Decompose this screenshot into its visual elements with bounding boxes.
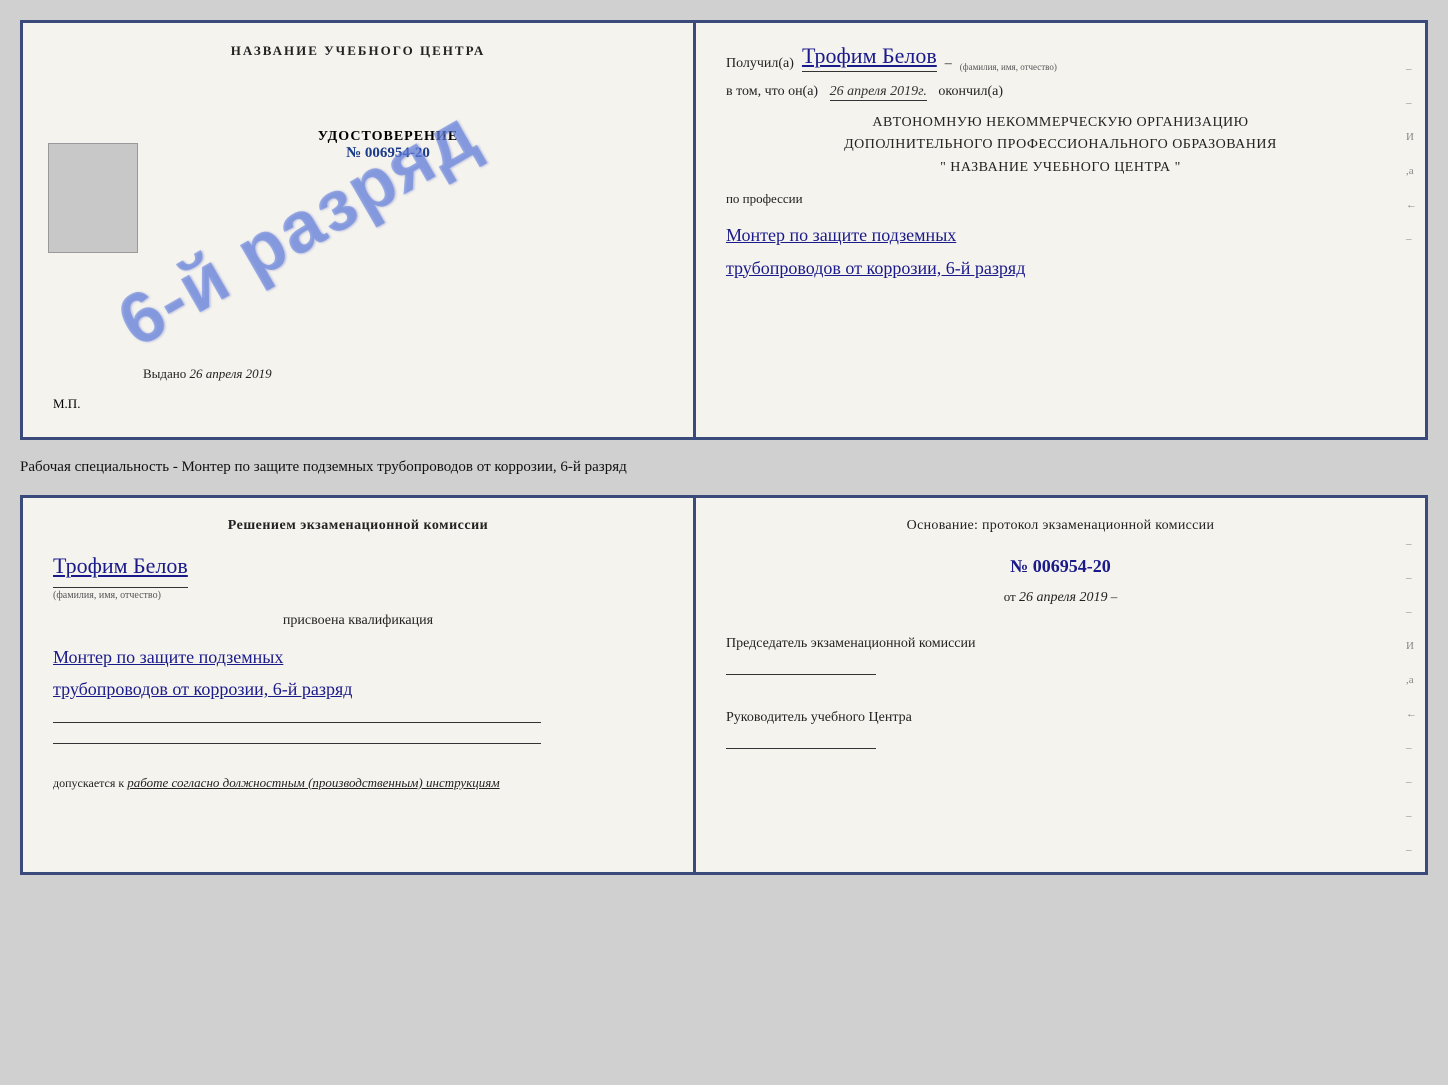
basis-text: Основание: протокол экзаменационной коми… bbox=[726, 518, 1395, 534]
certificate-top: НАЗВАНИЕ УЧЕБНОГО ЦЕНТРА УДОСТОВЕРЕНИЕ №… bbox=[20, 20, 1428, 440]
finished-label: окончил(а) bbox=[938, 84, 1003, 99]
profession-label: по профессии bbox=[726, 191, 1395, 207]
protocol-number: № 006954-20 bbox=[1010, 556, 1111, 576]
middle-text: Рабочая специальность - Монтер по защите… bbox=[20, 450, 1428, 485]
director-block: Руководитель учебного Центра bbox=[726, 707, 1395, 749]
org-line1: АВТОНОМНУЮ НЕКОММЕРЧЕСКУЮ ОРГАНИЗАЦИЮ bbox=[726, 112, 1395, 134]
issued-label: Выдано bbox=[143, 366, 186, 381]
bottom-person-name: Трофим Белов bbox=[53, 546, 188, 589]
qual-line1: Монтер по защите подземных bbox=[53, 641, 663, 673]
bottom-person-sublabel: (фамилия, имя, отчество) bbox=[53, 590, 161, 601]
from-label: от bbox=[1004, 589, 1016, 604]
date-line: в том, что он(а) 26 апреля 2019г. окончи… bbox=[726, 84, 1395, 100]
received-prefix: Получил(а) bbox=[726, 56, 794, 72]
qual-line2: трубопроводов от коррозии, 6-й разряд bbox=[53, 673, 663, 705]
director-title: Руководитель учебного Центра bbox=[726, 707, 1395, 728]
chairman-block: Председатель экзаменационной комиссии bbox=[726, 633, 1395, 675]
photo-placeholder bbox=[48, 143, 138, 253]
from-date: 26 апреля 2019 bbox=[1019, 590, 1107, 605]
org-line2: ДОПОЛНИТЕЛЬНОГО ПРОФЕССИОНАЛЬНОГО ОБРАЗО… bbox=[726, 134, 1395, 156]
recipient-name: Трофим Белов bbox=[802, 43, 937, 72]
person-block: Трофим Белов (фамилия, имя, отчество) bbox=[53, 546, 663, 602]
page-wrapper: НАЗВАНИЕ УЧЕБНОГО ЦЕНТРА УДОСТОВЕРЕНИЕ №… bbox=[20, 20, 1428, 875]
line-sep-1 bbox=[53, 722, 541, 723]
profession-handwritten: Монтер по защите подземных трубопроводов… bbox=[726, 219, 1395, 284]
decision-text: Решением экзаменационной комиссии bbox=[53, 518, 663, 534]
qualification-prefix: присвоена квалификация bbox=[53, 613, 663, 629]
org-info: АВТОНОМНУЮ НЕКОММЕРЧЕСКУЮ ОРГАНИЗАЦИЮ ДО… bbox=[726, 112, 1395, 179]
qualification-handwritten: Монтер по защите подземных трубопроводов… bbox=[53, 641, 663, 706]
admission-text: работе согласно должностным (производств… bbox=[127, 775, 499, 790]
issued-date: Выдано 26 апреля 2019 bbox=[143, 366, 272, 382]
org-line3: " НАЗВАНИЕ УЧЕБНОГО ЦЕНТРА " bbox=[726, 157, 1395, 179]
cert-bottom-left: Решением экзаменационной комиссии Трофим… bbox=[23, 498, 696, 872]
line-sep-2 bbox=[53, 743, 541, 744]
cert-id-number: № 006954-20 bbox=[318, 145, 458, 162]
cert-id-block: УДОСТОВЕРЕНИЕ № 006954-20 bbox=[318, 129, 458, 162]
bottom-right-margin-marks: – – – И ,а ← – – – – bbox=[1406, 538, 1417, 856]
stamp-diagonal: 6-й разряд bbox=[123, 53, 473, 403]
admission-prefix: допускается к bbox=[53, 776, 124, 790]
protocol-block: № 006954-20 bbox=[726, 556, 1395, 577]
issued-date-value: 26 апреля 2019 bbox=[190, 366, 272, 381]
profession-line2: трубопроводов от коррозии, 6-й разряд bbox=[726, 252, 1395, 284]
recipient-sublabel: (фамилия, имя, отчество) bbox=[960, 62, 1057, 72]
admission-block: допускается к работе согласно должностны… bbox=[53, 775, 663, 791]
date-value: 26 апреля 2019г. bbox=[830, 84, 927, 101]
chairman-signature-line bbox=[726, 674, 876, 675]
chairman-title: Председатель экзаменационной комиссии bbox=[726, 633, 1395, 654]
cert-bottom-right: Основание: протокол экзаменационной коми… bbox=[696, 498, 1425, 872]
profession-line1: Монтер по защите подземных bbox=[726, 219, 1395, 251]
date-prefix: в том, что он(а) bbox=[726, 84, 818, 99]
recipient-dash: – bbox=[945, 56, 952, 72]
from-block: от 26 апреля 2019 – bbox=[726, 589, 1395, 606]
director-signature-line bbox=[726, 748, 876, 749]
top-right-margin-marks: – – И ,а ← – bbox=[1406, 63, 1417, 245]
certificate-bottom: Решением экзаменационной комиссии Трофим… bbox=[20, 495, 1428, 875]
recipient-line: Получил(а) Трофим Белов – (фамилия, имя,… bbox=[726, 43, 1395, 72]
mp-label: М.П. bbox=[53, 396, 80, 412]
cert-right-panel: Получил(а) Трофим Белов – (фамилия, имя,… bbox=[696, 23, 1425, 437]
from-dash: – bbox=[1111, 589, 1118, 604]
cert-id-label: УДОСТОВЕРЕНИЕ bbox=[318, 129, 458, 145]
top-training-center-title: НАЗВАНИЕ УЧЕБНОГО ЦЕНТРА bbox=[231, 43, 486, 59]
cert-left-panel: НАЗВАНИЕ УЧЕБНОГО ЦЕНТРА УДОСТОВЕРЕНИЕ №… bbox=[23, 23, 696, 437]
